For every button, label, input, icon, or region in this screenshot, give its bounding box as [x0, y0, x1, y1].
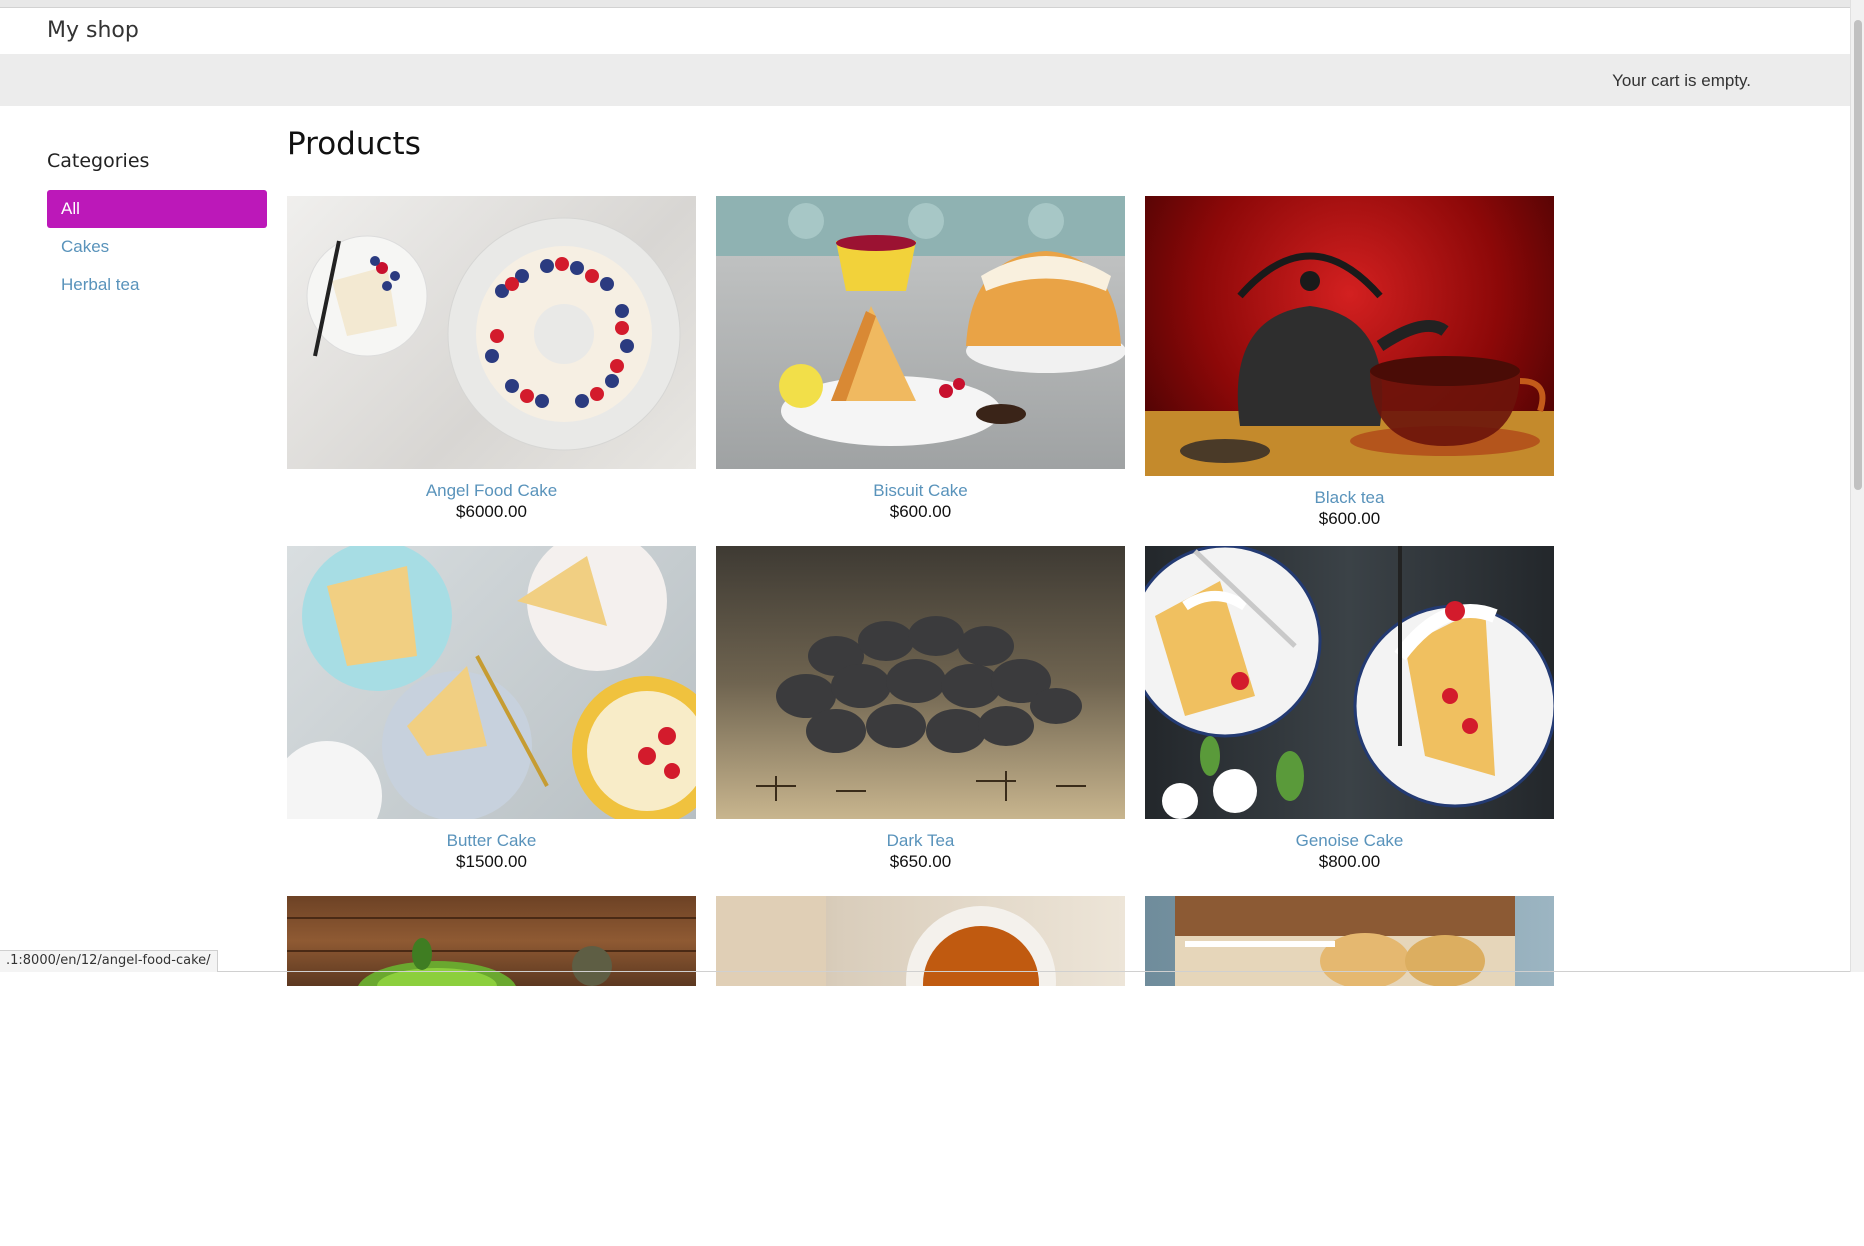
green-tea-image[interactable] — [287, 896, 696, 986]
product-card: Angel Food Cake $6000.00 — [287, 196, 696, 546]
product-card: Genoise Cake $800.00 — [1145, 546, 1554, 896]
dark-tea-image[interactable] — [716, 546, 1125, 819]
loaf-cake-image[interactable] — [1145, 896, 1554, 986]
product-card: Butter Cake $1500.00 — [287, 546, 696, 896]
product-name[interactable]: Genoise Cake — [1145, 831, 1554, 851]
category-all[interactable]: All — [47, 190, 267, 228]
product-price: $650.00 — [716, 852, 1125, 872]
product-card: Black tea $600.00 — [1145, 196, 1554, 546]
product-card — [287, 896, 696, 1246]
product-card: Biscuit Cake $600.00 — [716, 196, 1125, 546]
category-cakes[interactable]: Cakes — [47, 228, 267, 266]
product-price: $1500.00 — [287, 852, 696, 872]
product-name[interactable]: Angel Food Cake — [287, 481, 696, 501]
product-price: $6000.00 — [287, 502, 696, 522]
cart-bar: Your cart is empty. — [0, 54, 1850, 106]
butter-cake-image[interactable] — [287, 546, 696, 819]
cart-status: Your cart is empty. — [1612, 71, 1751, 91]
scrollbar-thumb[interactable] — [1854, 20, 1862, 490]
product-card: Dark Tea $650.00 — [716, 546, 1125, 896]
categories-sidebar: Categories All Cakes Herbal tea — [47, 150, 267, 304]
product-name[interactable]: Butter Cake — [287, 831, 696, 851]
browser-top-strip — [0, 0, 1850, 8]
vertical-scrollbar[interactable] — [1850, 0, 1864, 972]
black-tea-image[interactable] — [1145, 196, 1554, 476]
page-title: Products — [287, 126, 421, 162]
product-grid: Angel Food Cake $6000.00 Biscuit Cake $6… — [287, 196, 1554, 1246]
tea-cup-image[interactable] — [716, 896, 1125, 986]
product-name[interactable]: Biscuit Cake — [716, 481, 1125, 501]
products-section: Products — [287, 126, 421, 162]
product-price: $600.00 — [1145, 509, 1554, 529]
product-name[interactable]: Black tea — [1145, 488, 1554, 508]
site-header: My shop — [0, 8, 1850, 54]
product-price: $600.00 — [716, 502, 1125, 522]
product-price: $800.00 — [1145, 852, 1554, 872]
product-name[interactable]: Dark Tea — [716, 831, 1125, 851]
genoise-cake-image[interactable] — [1145, 546, 1554, 819]
product-card — [1145, 896, 1554, 1246]
biscuit-cake-image[interactable] — [716, 196, 1125, 469]
product-card — [716, 896, 1125, 1246]
site-logo[interactable]: My shop — [47, 18, 139, 43]
categories-heading: Categories — [47, 150, 267, 172]
angel-food-cake-image[interactable] — [287, 196, 696, 469]
link-status-bar: .1:8000/en/12/angel-food-cake/ — [0, 950, 218, 972]
category-herbal-tea[interactable]: Herbal tea — [47, 266, 267, 304]
